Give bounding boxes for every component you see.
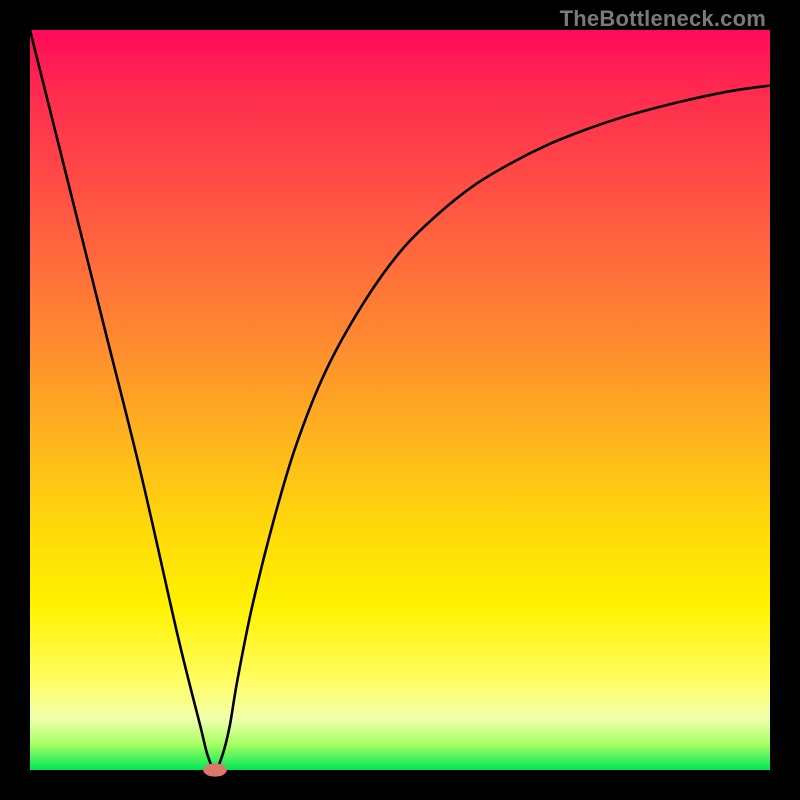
site-watermark: TheBottleneck.com xyxy=(560,6,766,32)
chart-container: TheBottleneck.com xyxy=(0,0,800,800)
gradient-plot-area xyxy=(30,30,770,770)
